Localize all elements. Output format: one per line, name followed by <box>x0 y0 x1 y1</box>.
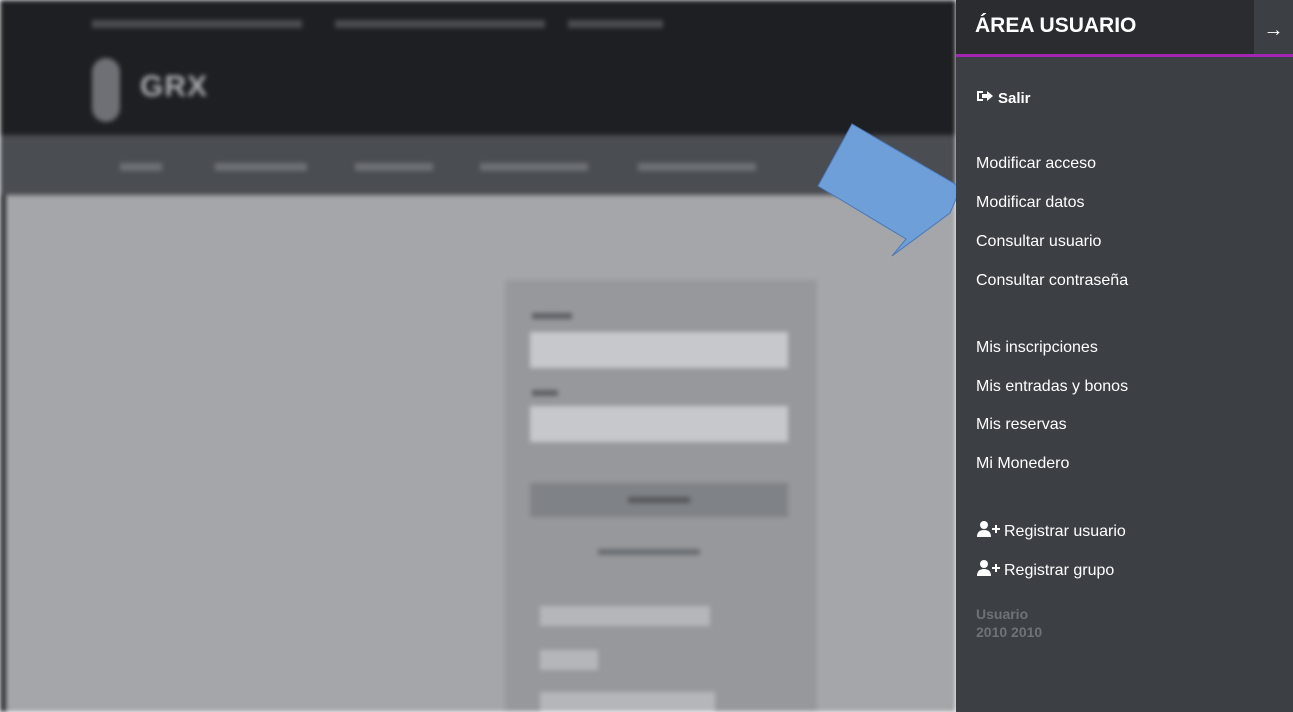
my-tickets-link[interactable]: Mis entradas y bonos <box>976 378 1128 396</box>
logout-link[interactable]: Salir <box>976 89 1031 107</box>
register-group-label: Registrar grupo <box>1004 561 1115 579</box>
user-plus-icon <box>976 520 1002 543</box>
my-registrations-link[interactable]: Mis inscripciones <box>976 339 1098 357</box>
sidebar-header: ÁREA USUARIO → <box>956 0 1293 57</box>
modify-data-link[interactable]: Modificar datos <box>976 194 1085 212</box>
close-sidebar-button[interactable]: → <box>1254 0 1293 54</box>
user-value: 2010 2010 <box>976 624 1043 640</box>
user-label: Usuario <box>976 606 1029 622</box>
register-group-link[interactable]: Registrar grupo <box>976 559 1114 582</box>
pointer-arrow-shape <box>817 123 980 257</box>
arrow-right-icon: → <box>1263 19 1284 41</box>
sidebar-title: ÁREA USUARIO <box>975 14 1137 37</box>
my-bookings-link[interactable]: Mis reservas <box>976 416 1067 434</box>
check-password-link[interactable]: Consultar contraseña <box>976 272 1128 290</box>
user-plus-icon <box>976 559 1002 582</box>
register-user-label: Registrar usuario <box>1004 522 1126 540</box>
logout-label: Salir <box>998 89 1031 107</box>
check-user-link[interactable]: Consultar usuario <box>976 233 1101 251</box>
modify-access-link[interactable]: Modificar acceso <box>976 155 1096 173</box>
sign-out-icon <box>976 89 994 107</box>
my-wallet-link[interactable]: Mi Monedero <box>976 455 1069 473</box>
user-area-sidebar: ÁREA USUARIO → Salir Modificar acceso Mo… <box>956 0 1293 712</box>
register-user-link[interactable]: Registrar usuario <box>976 520 1126 543</box>
